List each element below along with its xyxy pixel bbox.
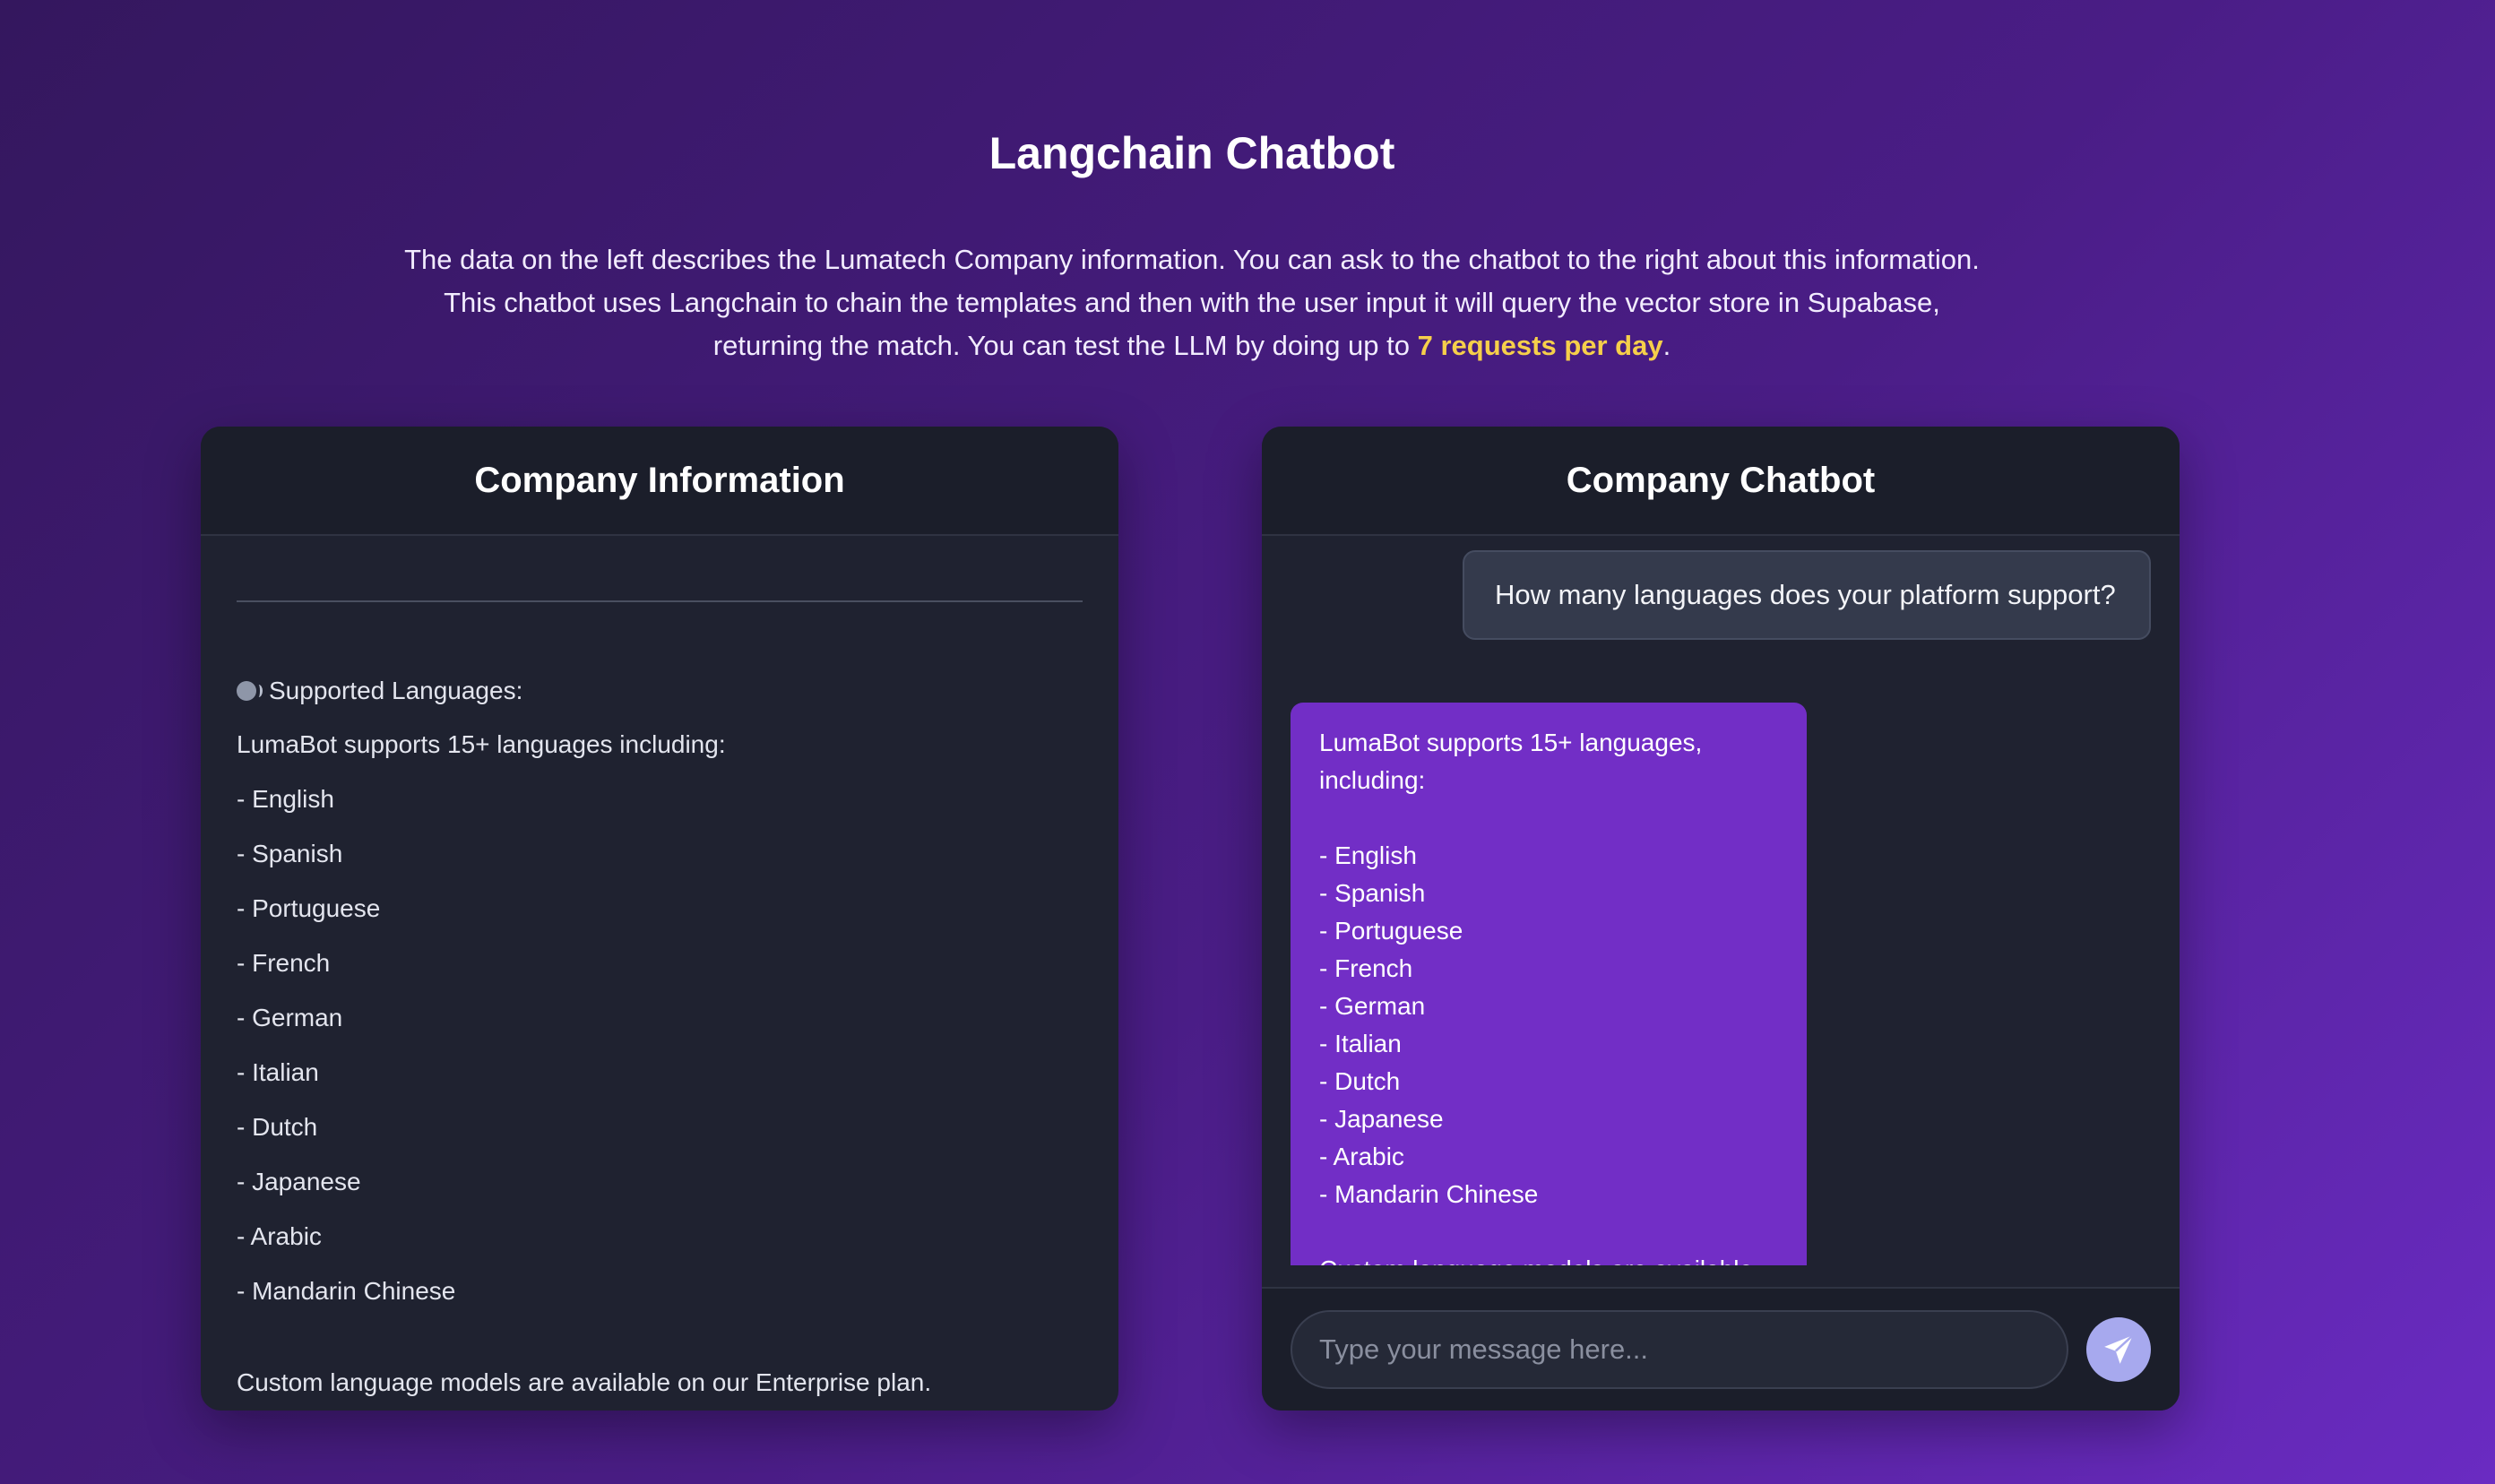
bot-language-item: - German [1319, 992, 1426, 1020]
language-item: - Mandarin Chinese [237, 1277, 456, 1305]
intro-text-end: . [1662, 330, 1671, 361]
bot-message: LumaBot supports 15+ languages, includin… [1291, 703, 1807, 1265]
language-item: - German [237, 1004, 343, 1031]
company-information-header: Company Information [201, 427, 1118, 536]
company-information-title: Company Information [474, 460, 845, 500]
language-item: - Portuguese [237, 894, 381, 922]
bot-language-item: - Mandarin Chinese [1319, 1180, 1539, 1208]
company-information-panel: Company Information Supported Languages:… [201, 427, 1118, 1411]
bot-language-item: - Japanese [1319, 1105, 1444, 1133]
message-input[interactable] [1291, 1310, 2068, 1389]
company-chatbot-title: Company Chatbot [1566, 460, 1876, 500]
company-chatbot-header: Company Chatbot [1262, 427, 2180, 536]
language-item: - Spanish [237, 840, 343, 867]
bot-language-item: - French [1319, 954, 1413, 982]
bot-language-item: - Spanish [1319, 879, 1426, 907]
bot-language-item: - Portuguese [1319, 917, 1463, 945]
supported-languages-heading: Supported Languages: [237, 676, 1083, 706]
supported-languages-label: Supported Languages: [269, 677, 523, 704]
language-item: - Italian [237, 1058, 319, 1086]
chat-messages[interactable]: How many languages does your platform su… [1262, 536, 2180, 1265]
bot-message-footer: Custom language models are available [1319, 1251, 1778, 1265]
bot-language-item: - English [1319, 841, 1417, 869]
language-item: - Arabic [237, 1222, 322, 1250]
divider [237, 600, 1083, 602]
request-limit-highlight: 7 requests per day [1417, 330, 1663, 361]
message-input-bar [1262, 1287, 2180, 1411]
language-item: - French [237, 949, 331, 977]
speaking-head-icon [237, 679, 263, 703]
send-button[interactable] [2086, 1317, 2151, 1382]
bot-language-item: - Dutch [1319, 1067, 1401, 1095]
paper-plane-icon [2104, 1334, 2134, 1364]
languages-intro: LumaBot supports 15+ languages including… [237, 730, 726, 758]
language-item: - English [237, 785, 334, 813]
company-chatbot-panel: Company Chatbot How many languages does … [1262, 427, 2180, 1411]
bot-languages-list: - English - Spanish - Portuguese - Frenc… [1319, 837, 1778, 1213]
company-information-body[interactable]: Supported Languages: LumaBot supports 15… [201, 600, 1118, 1398]
intro-text-main: The data on the left describes the Lumat… [404, 244, 1980, 361]
bot-language-item: - Italian [1319, 1030, 1402, 1057]
bot-language-item: - Arabic [1319, 1143, 1404, 1170]
intro-text: The data on the left describes the Lumat… [403, 238, 1981, 367]
enterprise-note: Custom language models are available on … [237, 1368, 932, 1396]
languages-list: - English - Spanish - Portuguese - Frenc… [237, 784, 1083, 1307]
language-item: - Dutch [237, 1113, 318, 1141]
language-item: - Japanese [237, 1168, 361, 1195]
user-message: How many languages does your platform su… [1463, 550, 2151, 640]
bot-message-intro: LumaBot supports 15+ languages, includin… [1319, 729, 1703, 794]
page-title: Langchain Chatbot [989, 128, 1395, 178]
